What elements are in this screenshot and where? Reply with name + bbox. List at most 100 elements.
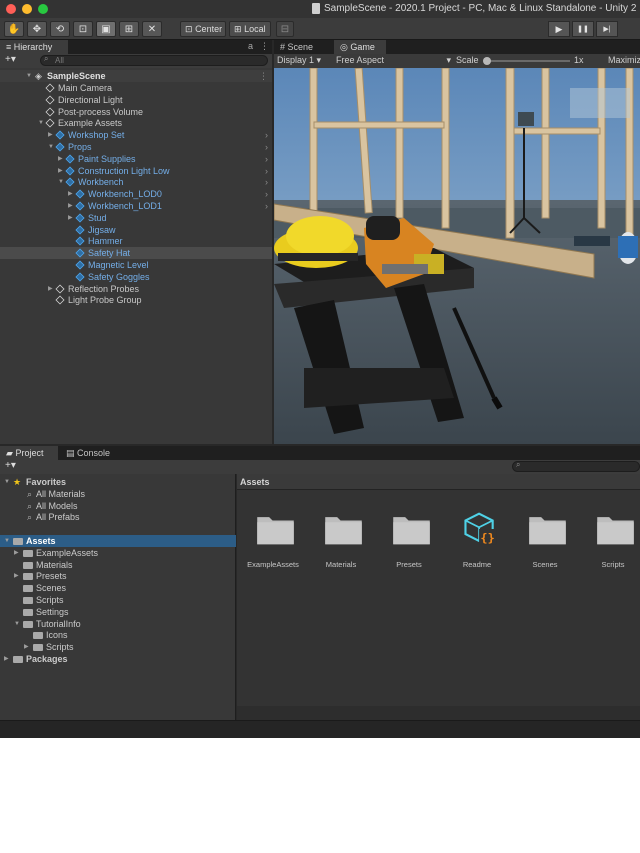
tool-button-move[interactable]: ✥: [27, 21, 47, 37]
zoom-window-button[interactable]: [38, 4, 48, 14]
scale-slider[interactable]: [483, 57, 570, 65]
lock-icon[interactable]: a: [248, 41, 253, 51]
expanded-arrow-icon[interactable]: ▼: [48, 141, 54, 153]
folder-asset[interactable]: Materials: [309, 506, 373, 576]
hierarchy-item[interactable]: ▶ Stud: [0, 212, 272, 224]
project-tree-item[interactable]: Settings: [0, 606, 236, 618]
folder-asset[interactable]: ExampleAssets: [241, 506, 305, 576]
pause-button[interactable]: ❚❚: [572, 21, 594, 37]
snap-settings-button[interactable]: ⊟: [276, 21, 294, 37]
collapsed-arrow-icon[interactable]: ▶: [68, 188, 73, 200]
project-tree-item[interactable]: ⌕ All Models: [0, 500, 236, 512]
collapsed-arrow-icon[interactable]: ▶: [58, 165, 63, 177]
collapsed-arrow-icon[interactable]: ▶: [68, 200, 73, 212]
hierarchy-item[interactable]: ▶ Reflection Probes: [0, 283, 272, 295]
scene-menu-icon[interactable]: ⋮: [259, 70, 268, 82]
create-dropdown[interactable]: +▾: [5, 54, 16, 65]
chevron-right-icon[interactable]: ›: [265, 200, 268, 212]
pivot-mode-toggle[interactable]: ⊡ Center: [180, 21, 226, 37]
project-tree-item[interactable]: ⌕ All Materials: [0, 488, 236, 500]
collapsed-arrow-icon[interactable]: ▶: [14, 570, 19, 582]
expanded-arrow-icon[interactable]: ▼: [58, 176, 64, 188]
tab-project[interactable]: ▰ Project: [0, 446, 58, 460]
tab-scene[interactable]: # Scene: [274, 40, 332, 54]
close-window-button[interactable]: [6, 4, 16, 14]
collapsed-arrow-icon[interactable]: ▶: [14, 547, 19, 559]
expanded-arrow-icon[interactable]: ▼: [4, 476, 10, 488]
hierarchy-item[interactable]: ▶ Construction Light Low ›: [0, 165, 272, 177]
hierarchy-item[interactable]: Main Camera: [0, 82, 272, 94]
hierarchy-item[interactable]: Hammer: [0, 235, 272, 247]
project-tree-item[interactable]: ▶ Packages: [0, 653, 236, 665]
project-create-dropdown[interactable]: +▾: [5, 460, 16, 471]
scene-root-row[interactable]: ▼ ◈ SampleScene ⋮: [0, 70, 272, 82]
tab-console[interactable]: ▤ Console: [60, 446, 120, 460]
project-search-input[interactable]: [512, 461, 640, 472]
game-view-render[interactable]: [274, 68, 640, 444]
chevron-right-icon[interactable]: ›: [265, 141, 268, 153]
tool-button-hand[interactable]: ✋: [4, 21, 24, 37]
tool-button-custom-tool[interactable]: ✕: [142, 21, 162, 37]
pivot-space-toggle[interactable]: ⊞ Local: [229, 21, 271, 37]
chevron-right-icon[interactable]: ›: [265, 165, 268, 177]
hierarchy-item[interactable]: ▼ Props ›: [0, 141, 272, 153]
collapsed-arrow-icon[interactable]: ▶: [48, 129, 53, 141]
kebab-menu-icon[interactable]: ⋮: [260, 41, 269, 52]
collapsed-arrow-icon[interactable]: ▶: [68, 212, 73, 224]
hierarchy-search-input[interactable]: All: [40, 55, 268, 66]
hierarchy-item[interactable]: Light Probe Group: [0, 294, 272, 306]
expanded-arrow-icon[interactable]: ▼: [4, 535, 10, 547]
step-button[interactable]: ▶|: [596, 21, 618, 37]
hierarchy-item[interactable]: ▶ Workbench_LOD1 ›: [0, 200, 272, 212]
project-tree-item[interactable]: Scenes: [0, 582, 236, 594]
project-tree-item[interactable]: ▶ Presets: [0, 570, 236, 582]
chevron-right-icon[interactable]: ›: [265, 153, 268, 165]
collapsed-arrow-icon[interactable]: ▶: [24, 641, 29, 653]
hierarchy-item[interactable]: ▶ Workbench_LOD0 ›: [0, 188, 272, 200]
aspect-dropdown[interactable]: Free Aspect ▾: [336, 55, 451, 66]
hierarchy-item[interactable]: Jigsaw: [0, 224, 272, 236]
expanded-arrow-icon[interactable]: ▼: [38, 117, 44, 129]
chevron-right-icon[interactable]: ›: [265, 176, 268, 188]
project-tree-item[interactable]: ▶ ExampleAssets: [0, 547, 236, 559]
tool-button-rotate[interactable]: ⟲: [50, 21, 70, 37]
hierarchy-item[interactable]: ▼ Example Assets: [0, 117, 272, 129]
hierarchy-item[interactable]: ▶ Workshop Set ›: [0, 129, 272, 141]
display-dropdown[interactable]: Display 1 ▾: [277, 55, 321, 66]
collapsed-arrow-icon[interactable]: ▶: [4, 653, 9, 665]
hierarchy-item[interactable]: Safety Goggles: [0, 271, 272, 283]
folder-asset[interactable]: Scenes: [513, 506, 577, 576]
tool-button-transform[interactable]: ⊞: [119, 21, 139, 37]
hierarchy-item[interactable]: Magnetic Level: [0, 259, 272, 271]
expanded-arrow-icon[interactable]: ▼: [14, 618, 20, 630]
hierarchy-item[interactable]: Post-process Volume: [0, 106, 272, 118]
chevron-right-icon[interactable]: ›: [265, 129, 268, 141]
maximize-toggle[interactable]: Maximiz: [608, 55, 640, 65]
tool-button-rect-tool[interactable]: ▣: [96, 21, 116, 37]
scale-slider-thumb[interactable]: [483, 57, 491, 65]
project-tree-item[interactable]: Materials: [0, 559, 236, 571]
chevron-right-icon[interactable]: ›: [265, 188, 268, 200]
tab-hierarchy[interactable]: ≡ Hierarchy: [0, 40, 68, 54]
hierarchy-item[interactable]: Directional Light: [0, 94, 272, 106]
project-tree-item[interactable]: ⌕ All Prefabs: [0, 511, 236, 523]
project-tree-item[interactable]: Icons: [0, 629, 236, 641]
hierarchy-item[interactable]: Safety Hat: [0, 247, 272, 260]
project-tree-item[interactable]: Scripts: [0, 594, 236, 606]
project-tree-item[interactable]: ▼ Assets: [0, 535, 236, 547]
project-tree-item[interactable]: ▶ Scripts: [0, 641, 236, 653]
project-tree-item[interactable]: ▼ ★ Favorites: [0, 476, 236, 488]
collapsed-arrow-icon[interactable]: ▶: [58, 153, 63, 165]
project-tree-item[interactable]: ▼ TutorialInfo: [0, 618, 236, 630]
minimize-window-button[interactable]: [22, 4, 32, 14]
play-button[interactable]: ▶: [548, 21, 570, 37]
folder-asset[interactable]: Scripts: [581, 506, 640, 576]
collapsed-arrow-icon[interactable]: ▶: [48, 283, 53, 295]
folder-asset[interactable]: Presets: [377, 506, 441, 576]
tab-game[interactable]: ◎ Game: [334, 40, 386, 54]
hierarchy-item[interactable]: ▶ Paint Supplies ›: [0, 153, 272, 165]
readme-asset[interactable]: {} Readme: [445, 506, 509, 576]
expand-arrow-icon[interactable]: ▼: [26, 70, 32, 82]
hierarchy-item[interactable]: ▼ Workbench ›: [0, 176, 272, 188]
tool-button-scale[interactable]: ⊡: [73, 21, 93, 37]
